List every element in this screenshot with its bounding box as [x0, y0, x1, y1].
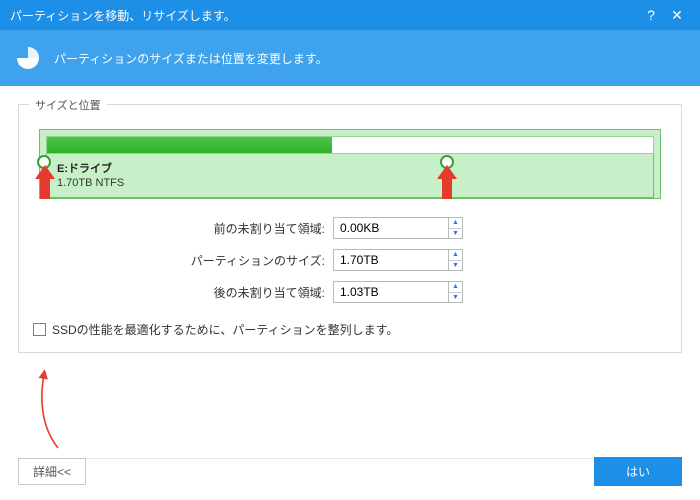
checkbox-box-icon[interactable] — [33, 323, 46, 336]
app-logo-icon — [14, 44, 42, 72]
size-position-group: サイズと位置 E:ドライブ 1.70TB NTFS 前の未割り当て領域: — [18, 104, 682, 353]
ssd-align-label: SSDの性能を最適化するために、パーティションを整列します。 — [52, 321, 398, 338]
spin-down-icon[interactable]: ▼ — [449, 293, 462, 303]
partition-size-field[interactable] — [334, 250, 448, 270]
unalloc-after-label: 後の未割り当て領域: — [33, 284, 333, 301]
drive-size: 1.70TB NTFS — [57, 177, 643, 189]
partition-size-input[interactable]: ▲▼ — [333, 249, 463, 271]
ok-button[interactable]: はい — [594, 457, 682, 486]
spin-up-icon[interactable]: ▲ — [449, 250, 462, 261]
group-legend: サイズと位置 — [29, 97, 107, 113]
ssd-align-checkbox[interactable]: SSDの性能を最適化するために、パーティションを整列します。 — [33, 321, 667, 338]
spin-down-icon[interactable]: ▼ — [449, 261, 462, 271]
annotation-curve-arrow — [30, 370, 70, 455]
header: パーティションのサイズまたは位置を変更します。 — [0, 30, 700, 86]
partition-size-label: パーティションのサイズ: — [33, 252, 333, 269]
header-subtitle: パーティションのサイズまたは位置を変更します。 — [54, 50, 328, 67]
drive-name: E:ドライブ — [57, 160, 643, 176]
titlebar: パーティションを移動、リサイズします。 ? ✕ — [0, 0, 700, 30]
size-fields: 前の未割り当て領域: ▲▼ パーティションのサイズ: ▲▼ 後の未割り当て領域:… — [33, 217, 667, 303]
unalloc-before-input[interactable]: ▲▼ — [333, 217, 463, 239]
spin-up-icon[interactable]: ▲ — [449, 282, 462, 293]
unalloc-before-label: 前の未割り当て領域: — [33, 220, 333, 237]
close-icon[interactable]: ✕ — [664, 7, 690, 24]
partition-diagram[interactable]: E:ドライブ 1.70TB NTFS — [39, 129, 661, 199]
window-title: パーティションを移動、リサイズします。 — [10, 7, 236, 24]
partition-used-fill — [47, 137, 332, 153]
partition-track[interactable] — [46, 136, 654, 154]
footer: 詳細<< はい — [0, 457, 700, 486]
unalloc-after-field[interactable] — [334, 282, 448, 302]
annotation-arrow-right — [437, 165, 457, 199]
detail-button[interactable]: 詳細<< — [18, 458, 86, 485]
spin-down-icon[interactable]: ▼ — [449, 229, 462, 239]
annotation-arrow-left — [35, 165, 55, 199]
unalloc-before-field[interactable] — [334, 218, 448, 238]
help-icon[interactable]: ? — [638, 7, 664, 23]
spin-up-icon[interactable]: ▲ — [449, 218, 462, 229]
partition-info: E:ドライブ 1.70TB NTFS — [46, 154, 654, 198]
unalloc-after-input[interactable]: ▲▼ — [333, 281, 463, 303]
